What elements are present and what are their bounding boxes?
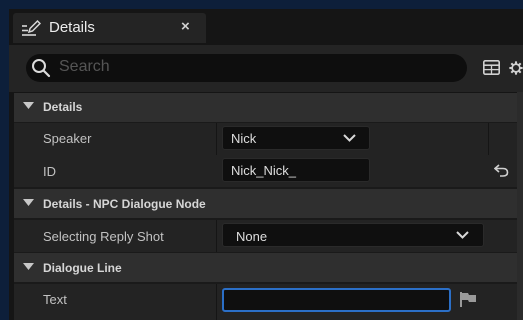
- table-view-icon[interactable]: [483, 60, 500, 75]
- section-details[interactable]: [14, 93, 521, 122]
- chevron-down-icon: [23, 199, 34, 206]
- details-tab[interactable]: [13, 13, 206, 43]
- chevron-down-icon: [456, 231, 469, 239]
- text-field[interactable]: [222, 288, 451, 312]
- flag-icon[interactable]: [459, 291, 477, 308]
- text-label: Text: [43, 292, 67, 307]
- section-details-label: Details: [43, 100, 83, 114]
- scrollbar[interactable]: [517, 92, 523, 320]
- id-value: Nick_Nick_: [231, 163, 297, 178]
- details-tab-title: Details: [49, 19, 95, 36]
- section-dialogue-line-label: Dialogue Line: [43, 261, 122, 275]
- speaker-value: Nick: [231, 131, 257, 146]
- speaker-label: Speaker: [43, 131, 92, 146]
- section-npc-dialogue-node-label: Details - NPC Dialogue Node: [43, 197, 206, 211]
- column-divider: [216, 220, 217, 252]
- selecting-reply-shot-label: Selecting Reply Shot: [43, 229, 164, 244]
- chevron-down-icon: [23, 263, 34, 270]
- column-divider: [216, 284, 217, 320]
- reset-to-default-icon[interactable]: [494, 164, 509, 177]
- selecting-reply-shot-value: None: [236, 229, 268, 244]
- edit-pencil-icon: [22, 19, 41, 36]
- gear-icon[interactable]: [509, 58, 523, 78]
- id-label: ID: [43, 164, 56, 179]
- search-placeholder: Search: [59, 58, 110, 75]
- close-tab-button[interactable]: ×: [181, 18, 190, 35]
- chevron-down-icon: [23, 102, 34, 109]
- chevron-down-icon: [343, 134, 356, 142]
- search-icon: [32, 59, 51, 78]
